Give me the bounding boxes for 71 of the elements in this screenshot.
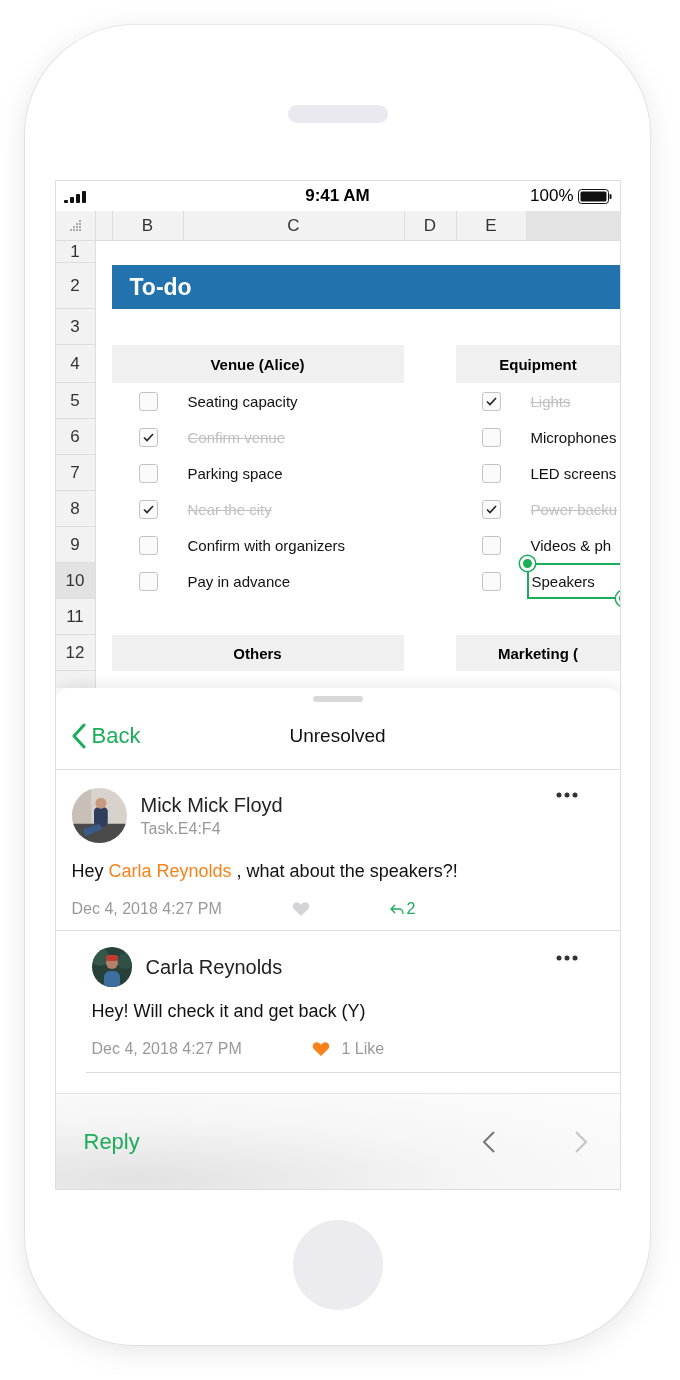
task-label: Videos & ph bbox=[529, 535, 613, 556]
row-header[interactable]: 10 bbox=[55, 563, 96, 599]
comment-text: Hey! Will check it and get back (Y) bbox=[91, 1001, 367, 1022]
checkbox[interactable] bbox=[482, 499, 501, 519]
panel-title: Unresolved bbox=[289, 724, 386, 747]
checkbox[interactable] bbox=[138, 463, 158, 483]
task-label: Microphones bbox=[529, 427, 618, 448]
heart-icon bbox=[291, 901, 310, 917]
reply-icon bbox=[389, 903, 404, 915]
like-button[interactable] bbox=[291, 901, 310, 917]
row-header[interactable]: 1 bbox=[55, 241, 96, 263]
comment-date: Dec 4, 2018 4:27 PM bbox=[71, 900, 223, 918]
section-header: Equipment bbox=[455, 345, 620, 383]
task-label: Power backu bbox=[529, 499, 619, 520]
author-name: Mick Mick Floyd bbox=[140, 793, 283, 817]
checkbox[interactable] bbox=[482, 463, 501, 483]
comment-text: Hey Carla Reynolds , what about the speakers?! bbox=[71, 861, 459, 882]
checkbox[interactable] bbox=[482, 535, 501, 555]
status-time: 9:41 AM bbox=[305, 186, 370, 206]
like-count: 1 Like bbox=[341, 1040, 385, 1058]
checkbox[interactable] bbox=[138, 391, 158, 411]
chevron-left-icon bbox=[71, 722, 86, 749]
task-label: Confirm venue bbox=[186, 427, 287, 448]
check-icon bbox=[486, 396, 497, 406]
like-button[interactable] bbox=[311, 1041, 330, 1057]
chevron-right-icon bbox=[573, 1129, 588, 1154]
check-icon bbox=[142, 432, 154, 442]
checkbox[interactable] bbox=[138, 571, 158, 591]
task-label: Seating capacity bbox=[186, 391, 299, 412]
task-label: Pay in advance bbox=[186, 571, 292, 592]
more-icon bbox=[555, 955, 578, 961]
row-header[interactable]: 4 bbox=[55, 345, 96, 383]
section-header: Others bbox=[111, 635, 404, 671]
section-header: Venue (Alice) bbox=[111, 345, 404, 383]
task-label: Near the city bbox=[186, 499, 273, 520]
task-label: LED screens bbox=[529, 463, 618, 484]
comment-date: Dec 4, 2018 4:27 PM bbox=[91, 1040, 243, 1058]
heart-icon bbox=[311, 1041, 330, 1057]
row-header[interactable]: 3 bbox=[55, 309, 96, 345]
chevron-left-icon bbox=[481, 1129, 496, 1154]
drag-handle[interactable] bbox=[312, 696, 363, 702]
sheet-title: To-do bbox=[111, 265, 620, 309]
checkbox[interactable] bbox=[482, 571, 501, 591]
section-header: Marketing ( bbox=[455, 635, 620, 671]
task-label: Parking space bbox=[186, 463, 284, 484]
row-header[interactable]: 6 bbox=[55, 419, 96, 455]
author-name: Carla Reynolds bbox=[145, 955, 283, 979]
row-header[interactable]: 7 bbox=[55, 455, 96, 491]
check-icon bbox=[486, 504, 497, 514]
row-header[interactable]: 2 bbox=[55, 263, 96, 309]
more-icon bbox=[555, 792, 578, 798]
battery-icon bbox=[577, 188, 612, 204]
row-header[interactable]: 8 bbox=[55, 491, 96, 527]
signal-icon bbox=[63, 189, 86, 203]
check-icon bbox=[142, 504, 154, 514]
checkbox[interactable] bbox=[482, 391, 501, 411]
checkbox[interactable] bbox=[138, 499, 158, 519]
row-header[interactable]: 12 bbox=[55, 635, 96, 671]
row-header[interactable]: 9 bbox=[55, 527, 96, 563]
task-label: Confirm with organizers bbox=[186, 535, 347, 556]
checkbox[interactable] bbox=[138, 427, 158, 447]
checkbox[interactable] bbox=[138, 535, 158, 555]
select-all-icon[interactable] bbox=[68, 218, 82, 233]
selection-handle[interactable] bbox=[519, 556, 535, 571]
column-header[interactable] bbox=[526, 211, 620, 240]
battery-level: 100% bbox=[530, 186, 574, 206]
checkbox[interactable] bbox=[482, 427, 501, 447]
row-header[interactable]: 5 bbox=[55, 383, 96, 419]
row-header[interactable]: 11 bbox=[55, 599, 96, 635]
task-label: Lights bbox=[529, 391, 572, 412]
cell-reference: Task.E4:F4 bbox=[140, 819, 222, 838]
